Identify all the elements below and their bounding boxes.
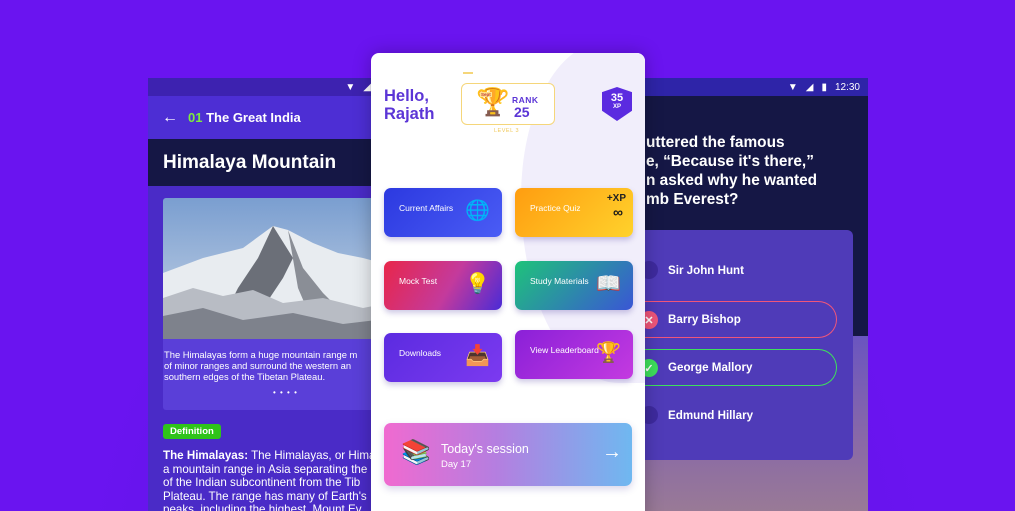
tile-label: Practice Quiz xyxy=(530,203,581,213)
chapter-title: The Great India xyxy=(206,110,301,125)
greeting: Hello, Rajath xyxy=(384,87,464,123)
definition-badge: Definition xyxy=(163,424,221,439)
definition-line: a mountain range in Asia separating the xyxy=(163,462,368,476)
book-icon: 📖 xyxy=(596,273,621,295)
battery-icon: ▮ xyxy=(821,81,827,93)
status-bar: ▼ ◢ xyxy=(148,78,383,96)
download-icon: 📥 xyxy=(465,345,490,367)
rank-value: 25 xyxy=(514,104,530,120)
answer-option[interactable]: Sir John Hunt xyxy=(638,252,837,289)
lesson-app-bar: ← 01 The Great India xyxy=(148,96,383,139)
tile-view-leaderboard[interactable]: View Leaderboard 🏆 xyxy=(515,330,633,379)
chapter-number: 01 xyxy=(188,110,203,125)
wifi-icon: ▼ xyxy=(787,81,798,93)
tile-current-affairs[interactable]: Current Affairs 🌐 xyxy=(384,188,502,237)
definition-text: The Himalayas: The Himalayas, or Hima a … xyxy=(148,439,383,511)
session-title: Today's session xyxy=(441,442,529,456)
signal-icon: ◢ xyxy=(805,81,814,93)
tile-mock-test[interactable]: Mock Test 💡 xyxy=(384,261,502,310)
back-arrow-icon[interactable]: ← xyxy=(162,109,178,127)
answer-label: George Mallory xyxy=(668,361,753,374)
answer-label: Edmund Hillary xyxy=(668,409,754,422)
definition-line: peaks, including the highest, Mount Ev xyxy=(163,503,362,511)
definition-line: Plateau. The range has many of Earth's xyxy=(163,489,367,503)
quiz-screen: ▼ ◢ ▮ 12:30 uttered the famous e, “Becau… xyxy=(638,78,868,511)
trophy-icon: 🏆 xyxy=(596,342,621,364)
tile-practice-quiz[interactable]: Practice Quiz +XP ∞ xyxy=(515,188,633,237)
wifi-icon: ▼ xyxy=(345,81,356,93)
question-text: uttered the famous e, “Because it's ther… xyxy=(646,96,868,209)
lamp-icon: 💡 xyxy=(465,273,490,295)
definition-line: The Himalayas, or Hima xyxy=(248,449,376,462)
question-line: n asked why he wanted xyxy=(646,172,818,189)
tile-label: Mock Test xyxy=(399,276,438,286)
lesson-screen: ▼ ◢ ← 01 The Great India Himalaya Mounta… xyxy=(148,78,383,511)
pager-dots[interactable]: • • • • xyxy=(163,388,383,397)
user-name: Rajath xyxy=(384,105,435,123)
tile-label: Current Affairs xyxy=(399,203,454,213)
tile-label: Downloads xyxy=(399,348,442,358)
answer-label: Sir John Hunt xyxy=(668,264,744,277)
todays-session-card[interactable]: 📚 Today's session Day 17 → xyxy=(384,423,632,486)
answer-option[interactable]: Edmund Hillary xyxy=(638,397,837,434)
question-line: e, “Because it's there,” xyxy=(646,153,814,170)
rank-level: LEVEL 3 xyxy=(494,128,520,134)
answer-label: Barry Bishop xyxy=(668,313,741,326)
clock: 12:30 xyxy=(834,81,860,93)
caption-line: southern edges of the Tibetan Plateau. xyxy=(164,371,326,382)
topic-title: Himalaya Mountain xyxy=(148,139,383,186)
session-day: Day 17 xyxy=(441,459,472,470)
tile-study-materials[interactable]: Study Materials 📖 xyxy=(515,261,633,310)
signal-icon: ◢ xyxy=(363,81,371,93)
xp-label: XP xyxy=(612,104,621,110)
image-carousel[interactable]: The Himalayas form a huge mountain range… xyxy=(163,198,383,410)
xp-plus-badge: +XP xyxy=(606,193,626,204)
question-line: uttered the famous xyxy=(646,134,785,151)
mountain-image xyxy=(163,198,383,339)
definition-term: The Himalayas: xyxy=(163,449,249,462)
question-line: mb Everest? xyxy=(646,191,739,208)
answers-card: Sir John Hunt ✕ Barry Bishop ✓ George Ma… xyxy=(638,230,853,460)
tile-downloads[interactable]: Downloads 📥 xyxy=(384,333,502,382)
reading-icon: 📚 xyxy=(401,439,431,466)
globe-icon: 🌐 xyxy=(465,200,490,222)
glasses-icon: ∞ xyxy=(613,204,623,220)
definition-line: of the Indian subcontinent from the Tib xyxy=(163,476,361,489)
chapter-heading: 01 The Great India xyxy=(188,110,301,125)
caption-line: The Himalayas form a huge mountain range… xyxy=(164,349,358,360)
home-screen: Hello, Rajath 🏆 Sept RANK 25 LEVEL 3 35 … xyxy=(371,53,645,511)
status-bar: ▼ ◢ ▮ 12:30 xyxy=(638,78,868,96)
tile-label: View Leaderboard xyxy=(530,345,599,355)
rank-card[interactable]: 🏆 Sept RANK 25 xyxy=(461,83,555,125)
tile-label: Study Materials xyxy=(530,276,589,286)
greeting-text: Hello, xyxy=(384,87,429,105)
image-caption: The Himalayas form a huge mountain range… xyxy=(163,339,383,382)
trophy-tag: Sept xyxy=(480,92,492,97)
answer-option-wrong[interactable]: ✕ Barry Bishop xyxy=(638,301,837,338)
rank-accent-line xyxy=(463,72,473,74)
arrow-right-icon[interactable]: → xyxy=(602,442,622,462)
caption-line: of minor ranges and surround the western… xyxy=(164,360,352,371)
answer-option-correct[interactable]: ✓ George Mallory xyxy=(638,349,837,386)
